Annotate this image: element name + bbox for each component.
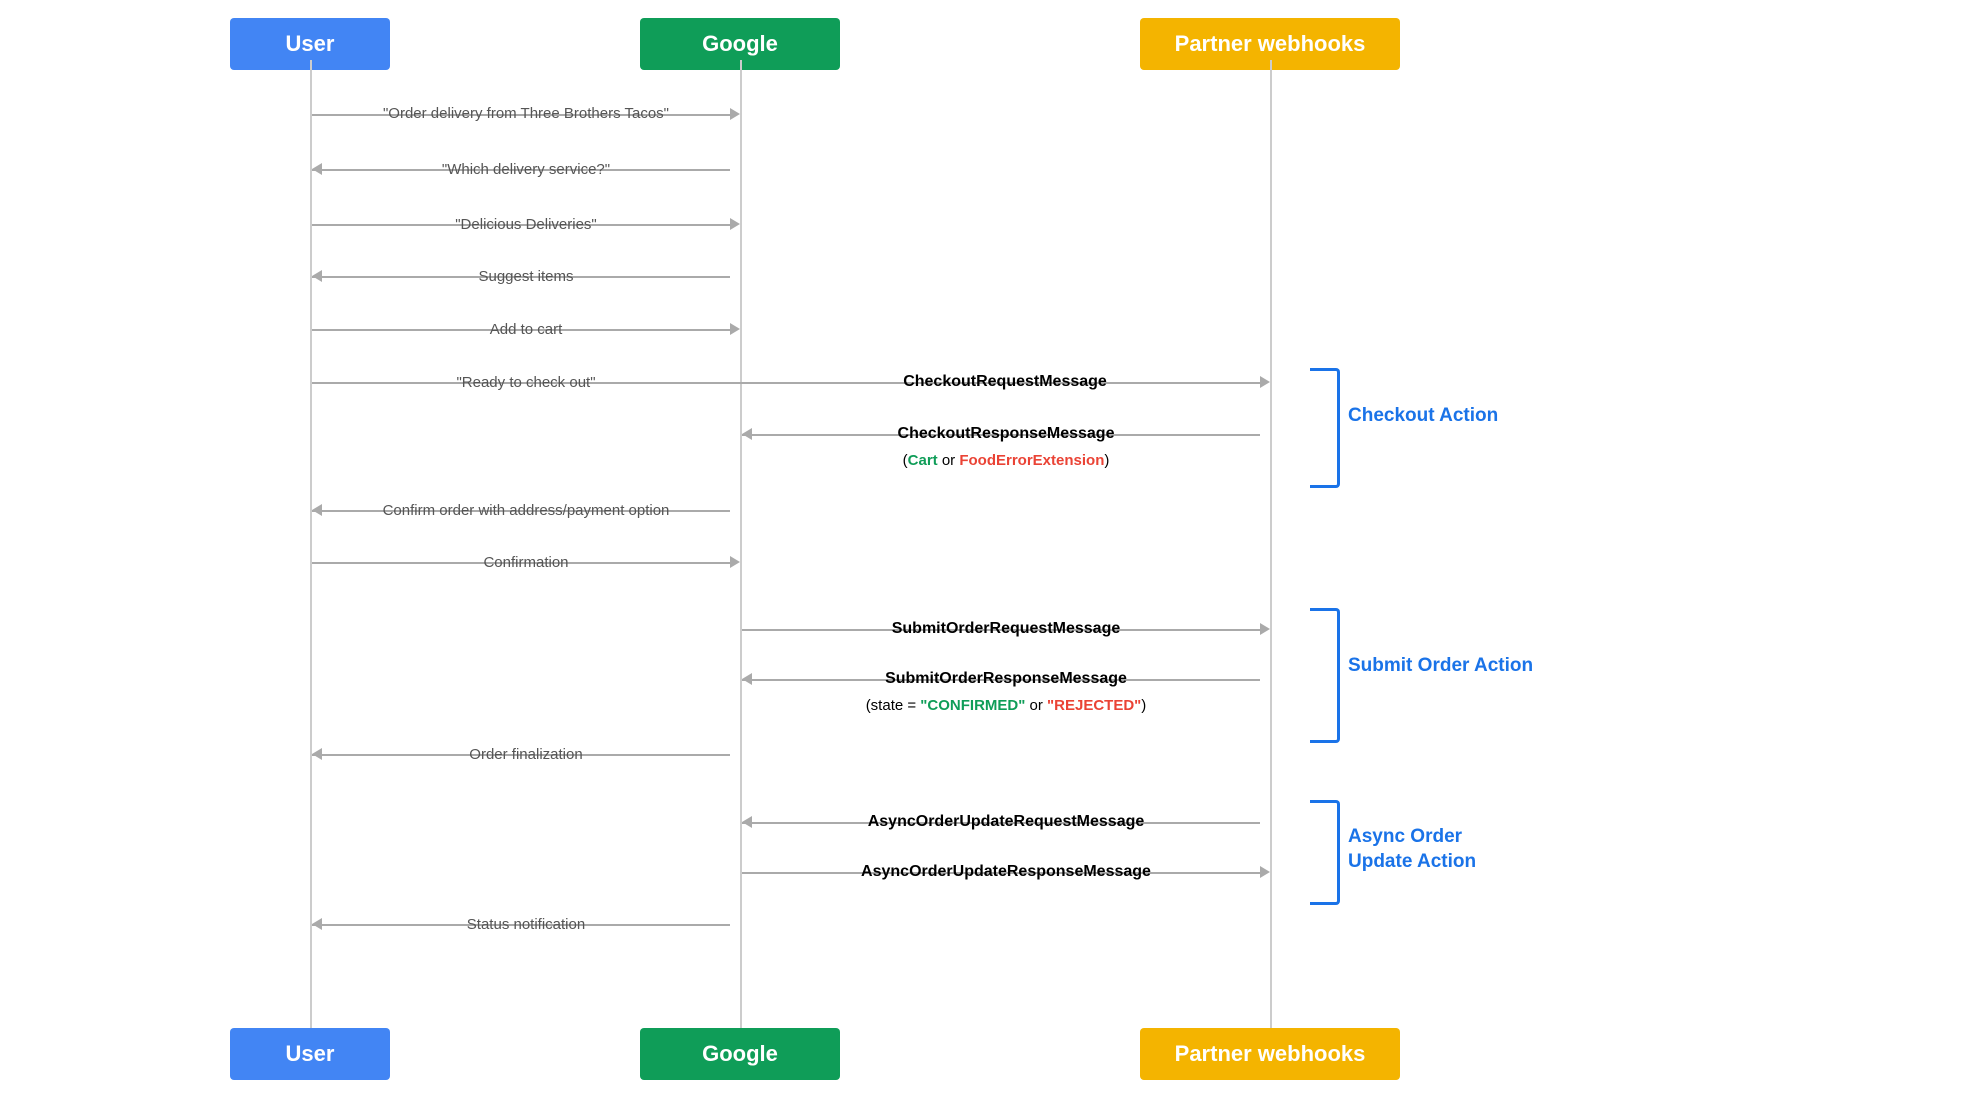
- message-10: SubmitOrderRequestMessage: [742, 615, 1270, 645]
- async-bracket: [1310, 800, 1340, 905]
- actor-google-bottom: Google: [640, 1028, 840, 1080]
- message-14: AsyncOrderUpdateResponseMessage: [742, 858, 1270, 888]
- message-15: Status notification: [312, 910, 740, 940]
- message-12: Order finalization: [312, 740, 740, 770]
- message-13: AsyncOrderUpdateRequestMessage: [742, 808, 1270, 838]
- submit-bracket: [1310, 608, 1340, 743]
- submit-bracket-label: Submit Order Action: [1348, 655, 1533, 677]
- message-4: Suggest items: [312, 262, 740, 292]
- async-bracket-label: Async OrderUpdate Action: [1348, 825, 1476, 874]
- lifeline-google: [740, 60, 742, 1038]
- checkout-bracket-label: Checkout Action: [1348, 405, 1498, 427]
- message-11: SubmitOrderResponseMessage: [742, 665, 1270, 695]
- message-2: "Which delivery service?": [312, 155, 740, 185]
- message-6: "Ready to check out" CheckoutRequestMess…: [312, 368, 1270, 398]
- submit-response-sublabel: (state = "CONFIRMED" or "REJECTED"): [742, 697, 1270, 714]
- message-9: Confirmation: [312, 548, 740, 578]
- actor-user-bottom: User: [230, 1028, 390, 1080]
- message-3: "Delicious Deliveries": [312, 210, 740, 240]
- checkout-response-sublabel: (Cart or FoodErrorExtension): [742, 452, 1270, 469]
- actor-partner-bottom: Partner webhooks: [1140, 1028, 1400, 1080]
- sequence-diagram: User Google Partner webhooks User Google…: [0, 0, 1983, 1098]
- message-7: CheckoutResponseMessage: [742, 420, 1270, 450]
- message-5: Add to cart: [312, 315, 740, 345]
- checkout-bracket: [1310, 368, 1340, 488]
- message-1: "Order delivery from Three Brothers Taco…: [312, 100, 740, 130]
- lifeline-partner: [1270, 60, 1272, 1038]
- message-8: Confirm order with address/payment optio…: [312, 496, 740, 526]
